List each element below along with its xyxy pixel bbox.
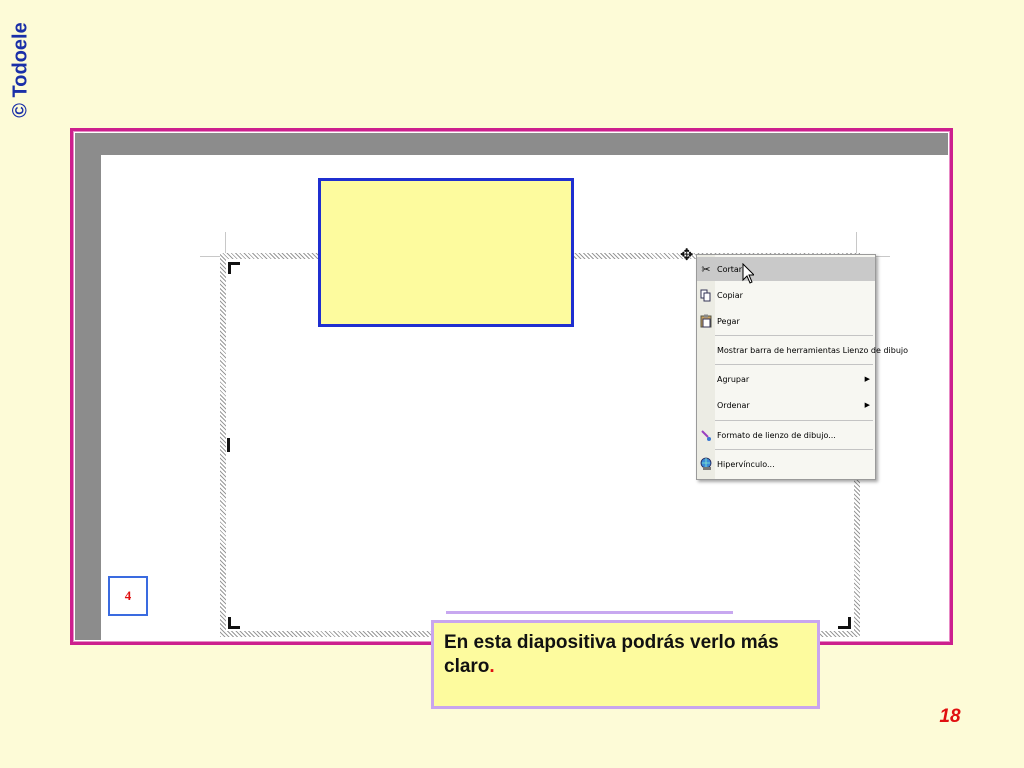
context-menu: ✂ Cortar Copiar Pegar Mostrar barra de h… <box>696 254 908 480</box>
crop-handle-middle-left[interactable] <box>227 438 230 452</box>
menu-separator <box>715 449 873 450</box>
menu-item-formato-lienzo[interactable]: Formato de lienzo de dibujo... <box>697 423 875 447</box>
menu-item-mostrar-barra[interactable]: Mostrar barra de herramientas Lienzo de … <box>697 338 908 362</box>
menu-separator <box>715 420 873 421</box>
crop-handle-top-left[interactable] <box>228 262 231 274</box>
crop-handle-bottom-left[interactable] <box>228 617 231 629</box>
callout-box: En esta diapositiva podrás verlo más cla… <box>431 620 820 709</box>
scissors-icon: ✂ <box>701 262 711 276</box>
hyperlink-globe-icon <box>699 456 713 472</box>
slide-number-box: 4 <box>108 576 148 616</box>
crop-handle-bottom-right[interactable] <box>848 617 851 629</box>
page-number: 18 <box>939 706 961 727</box>
mouse-pointer-icon <box>742 263 754 284</box>
menu-separator <box>715 364 873 365</box>
menu-separator <box>715 335 873 336</box>
move-cursor-icon: ✥ <box>680 247 694 264</box>
document-gray-margin-top <box>75 133 948 155</box>
submenu-arrow-icon: ▶ <box>864 375 870 383</box>
yellow-rectangle-shape[interactable] <box>318 178 574 327</box>
menu-item-hipervinculo[interactable]: Hipervínculo... <box>697 452 875 476</box>
copyright-watermark: © Todoele <box>9 22 32 118</box>
copy-icon <box>699 287 713 303</box>
menu-item-pegar[interactable]: Pegar <box>697 309 875 333</box>
paste-icon <box>699 313 713 329</box>
format-brush-icon <box>699 427 713 443</box>
menu-item-agrupar[interactable]: Agrupar ▶ <box>697 367 875 391</box>
menu-item-cortar[interactable]: ✂ Cortar <box>697 257 875 281</box>
callout-period: . <box>489 656 495 677</box>
decorative-line <box>446 611 733 614</box>
submenu-arrow-icon: ▶ <box>864 401 870 409</box>
menu-item-copiar[interactable]: Copiar <box>697 283 875 307</box>
menu-item-ordenar[interactable]: Ordenar ▶ <box>697 393 875 417</box>
document-gray-margin-left <box>75 133 101 640</box>
